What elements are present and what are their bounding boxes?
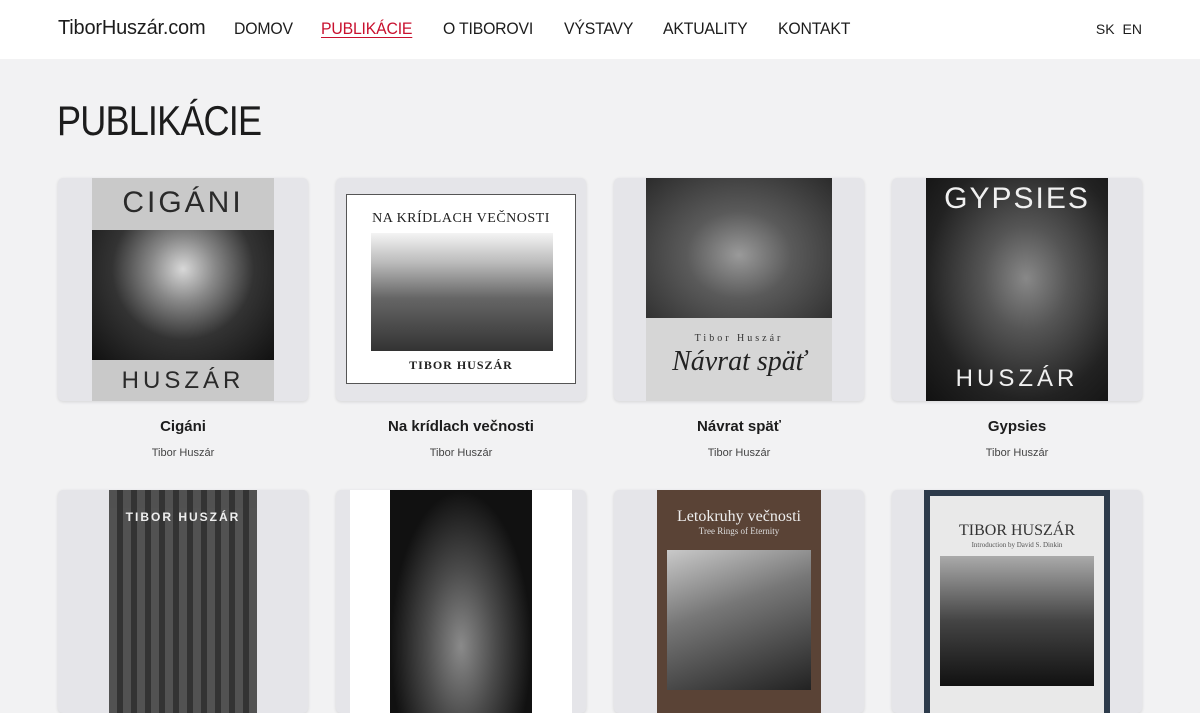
- book-title[interactable]: Na krídlach večnosti: [336, 418, 586, 435]
- cover-image: Letokruhy večnosti Tree Rings of Eternit…: [657, 490, 821, 713]
- page-title: PUBLIKÁCIE: [57, 97, 262, 144]
- cover-photo: [667, 550, 811, 690]
- brand-logo-link[interactable]: TiborHuszár.com: [58, 17, 206, 40]
- cover-title: CIGÁNI: [122, 186, 244, 219]
- book-cover[interactable]: Letokruhy večnosti Tree Rings of Eternit…: [614, 490, 864, 713]
- nav-publikacie[interactable]: PUBLIKÁCIE: [321, 19, 412, 39]
- cover-photo: [646, 178, 832, 318]
- book-card-letokruhy-vecnosti[interactable]: Letokruhy večnosti Tree Rings of Eternit…: [614, 490, 864, 713]
- cover-author: TIBOR HUSZÁR: [409, 358, 513, 372]
- book-cover[interactable]: TIBOR HUSZÁR Introduction by David S. Di…: [892, 490, 1142, 713]
- cover-photo: [371, 233, 553, 351]
- book-cover[interactable]: Tibor Huszár Návrat späť: [614, 178, 864, 401]
- cover-title: GYPSIES: [944, 182, 1090, 215]
- cover-author: Tibor Huszár: [694, 333, 784, 344]
- book-card-8[interactable]: TIBOR HUSZÁR Introduction by David S. Di…: [892, 490, 1142, 713]
- cover-photo: [940, 556, 1094, 686]
- cover-inner: TIBOR HUSZÁR Introduction by David S. Di…: [930, 496, 1104, 713]
- cover-subtitle: Introduction by David S. Dinkin: [971, 541, 1063, 549]
- book-title[interactable]: Cigáni: [58, 418, 308, 435]
- book-title[interactable]: Návrat späť: [614, 418, 864, 435]
- cover-author: HUSZÁR: [121, 367, 245, 394]
- language-switcher: SK EN: [1096, 21, 1142, 37]
- book-card-navrat-spat[interactable]: Tibor Huszár Návrat späť Návrat späť Tib…: [614, 178, 864, 459]
- book-card-cigani[interactable]: CIGÁNI HUSZÁR Cigáni Tibor Huszár: [58, 178, 308, 459]
- lang-en[interactable]: EN: [1123, 21, 1142, 37]
- cover-photo: [390, 490, 532, 713]
- book-title[interactable]: Gypsies: [892, 418, 1142, 435]
- cover-photo: [92, 230, 274, 360]
- cover-image: [350, 490, 572, 713]
- book-cover[interactable]: GYPSIES HUSZÁR: [892, 178, 1142, 401]
- cover-image: GYPSIES HUSZÁR: [926, 178, 1108, 401]
- book-author: Tibor Huszár: [151, 447, 215, 459]
- cover-image: TIBOR HUSZÁR Introduction by David S. Di…: [924, 490, 1110, 713]
- book-cover[interactable]: CIGÁNI HUSZÁR: [58, 178, 308, 401]
- book-card-na-kridlach-vecnosti[interactable]: NA KRÍDLACH VEČNOSTI TIBOR HUSZÁR Na krí…: [336, 178, 586, 459]
- nav-o-tiborovi[interactable]: O TIBOROVI: [443, 19, 533, 39]
- cover-image: CIGÁNI HUSZÁR: [92, 178, 274, 401]
- book-card-6[interactable]: [336, 490, 586, 713]
- book-cover[interactable]: TIBOR HUSZÁR: [58, 490, 308, 713]
- main-nav: DOMOV PUBLIKÁCIE O TIBOROVI VÝSTAVY AKTU…: [234, 19, 855, 39]
- book-card-gypsies[interactable]: GYPSIES HUSZÁR Gypsies Tibor Huszár: [892, 178, 1142, 459]
- nav-domov[interactable]: DOMOV: [234, 19, 293, 39]
- cover-author: HUSZÁR: [955, 365, 1079, 392]
- cover-title: TIBOR HUSZÁR: [958, 522, 1075, 539]
- nav-vystavy[interactable]: VÝSTAVY: [564, 19, 633, 39]
- cover-title: Letokruhy večnosti: [677, 508, 801, 525]
- cover-image: NA KRÍDLACH VEČNOSTI TIBOR HUSZÁR: [346, 194, 576, 384]
- cover-title: NA KRÍDLACH VEČNOSTI: [372, 211, 550, 226]
- book-author: Tibor Huszár: [985, 447, 1049, 459]
- cover-image: TIBOR HUSZÁR: [109, 490, 257, 713]
- lang-sk[interactable]: SK: [1096, 21, 1115, 37]
- book-card-5[interactable]: TIBOR HUSZÁR: [58, 490, 308, 713]
- cover-title: Návrat späť: [672, 346, 806, 377]
- top-navigation: TiborHuszár.com DOMOV PUBLIKÁCIE O TIBOR…: [0, 0, 1200, 59]
- nav-kontakt[interactable]: KONTAKT: [778, 19, 850, 39]
- book-author: Tibor Huszár: [707, 447, 771, 459]
- cover-title: TIBOR HUSZÁR: [125, 510, 241, 524]
- book-author: Tibor Huszár: [429, 447, 493, 459]
- book-cover[interactable]: [336, 490, 586, 713]
- nav-aktuality[interactable]: AKTUALITY: [663, 19, 748, 39]
- cover-image: Tibor Huszár Návrat späť: [646, 178, 832, 401]
- cover-subtitle: Tree Rings of Eternity: [698, 526, 780, 536]
- book-cover[interactable]: NA KRÍDLACH VEČNOSTI TIBOR HUSZÁR: [336, 178, 586, 401]
